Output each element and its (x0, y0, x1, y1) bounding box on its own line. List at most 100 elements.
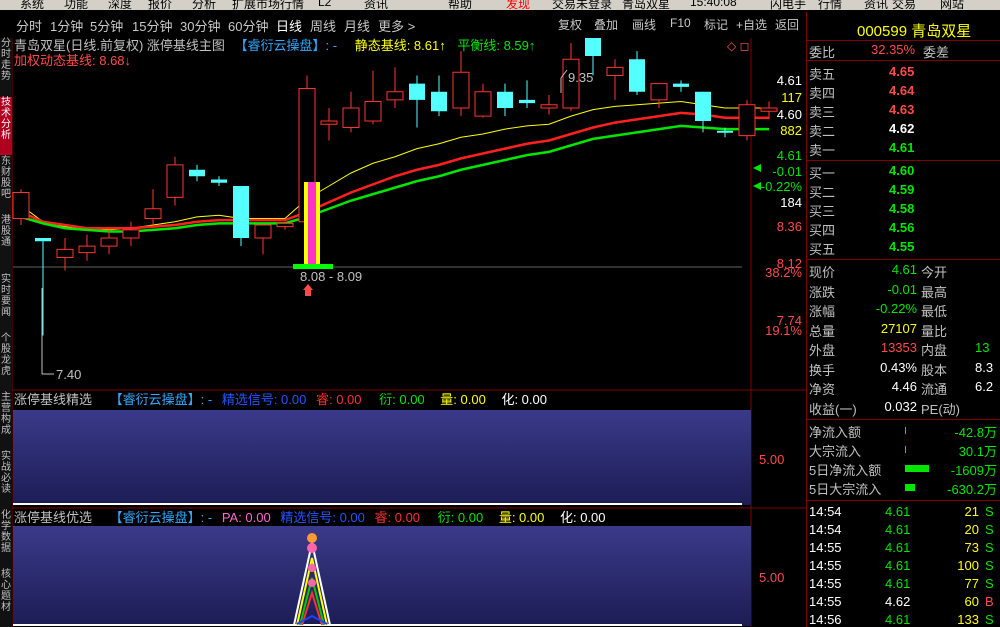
stat-row: 收益(一) 0.032 PE(动) (809, 398, 961, 417)
sell-level: 卖一 4.61 (809, 140, 915, 158)
period-button[interactable]: 15分钟 (132, 16, 172, 35)
vertical-tab[interactable]: 东财股吧 (0, 156, 12, 214)
menu-item[interactable]: L2 (318, 0, 331, 9)
vertical-tab[interactable]: 分时走势 (0, 38, 12, 96)
tick-row: 14:55 4.61 73 S (809, 540, 994, 555)
flow-row: 5日大宗流入 -630.2万 (809, 482, 997, 497)
period-button[interactable]: 1分钟 (50, 16, 83, 35)
candle-body (100, 237, 118, 247)
menu-item[interactable]: 交易未登录 (552, 0, 612, 10)
menu-item[interactable]: 资讯 (864, 0, 888, 10)
candle-body (254, 224, 272, 239)
flow-row: 5日净流入额 -1609万 (809, 463, 997, 478)
vertical-tab[interactable]: 化学数据 (0, 510, 12, 568)
vertical-tab[interactable]: 核心题材 (0, 569, 12, 627)
chart-mode-icons[interactable]: ◇ ◻ (727, 39, 750, 53)
vertical-tab[interactable]: 主营构成 (0, 392, 12, 450)
weighted-baseline-label: 加权动态基线: 8.68↓ (14, 53, 131, 68)
menu-item[interactable]: 系统 (20, 0, 44, 10)
buy-level: 买一 4.60 (809, 163, 915, 181)
toolbar-button[interactable]: +自选 (736, 16, 767, 33)
axis-label: -0.01 (772, 164, 802, 179)
chart-area[interactable]: 9.35 7.40 8.08 - 8.09 青岛双星(日线.前复权) 涨停基线主… (12, 38, 806, 627)
period-button[interactable]: 30分钟 (180, 16, 220, 35)
candle-body (452, 71, 470, 109)
sub1-axis-label: 5.00 (759, 452, 784, 467)
buy-level: 买二 4.59 (809, 182, 915, 200)
toolbar-button[interactable]: 复权 (558, 16, 582, 33)
sell-level: 卖五 4.65 (809, 64, 915, 82)
toolbar-button[interactable]: 返回 (775, 16, 799, 33)
toolbar-button[interactable]: 叠加 (594, 16, 618, 33)
period-button[interactable]: 分时 (16, 16, 42, 35)
buy-level: 买五 4.55 (809, 239, 915, 257)
stat-row: 换手 0.43% 股本 8.3 (809, 359, 994, 378)
limit-up-range-label: 8.08 - 8.09 (300, 269, 362, 284)
period-button[interactable]: 更多 > (378, 16, 415, 35)
axis-label: 38.2% (765, 265, 802, 280)
stat-row: 现价 4.61 今开 (809, 262, 948, 280)
menu-item[interactable]: 分析 (192, 0, 216, 10)
sub1-background (13, 410, 751, 505)
menu-item[interactable]: 交易 (892, 0, 916, 10)
limit-up-box-magenta (308, 182, 316, 267)
toolbar-button[interactable]: 画线 (632, 16, 656, 33)
menu-item[interactable]: 15:40:08 (690, 0, 737, 9)
period-button[interactable]: 月线 (344, 16, 370, 35)
toolbar-button[interactable]: F10 (670, 16, 691, 30)
menu-item[interactable]: 扩展市场行情 (232, 0, 304, 10)
flow-row: 净流入额 -42.8万 (809, 425, 997, 440)
flow-row: 大宗流入 30.1万 (809, 444, 997, 459)
menu-item[interactable]: 行情 (818, 0, 842, 10)
quote-panel: 000599 青岛双星 委比 32.35% 委差 卖五 4.65 卖四 4.64 卖三 4.63 卖… (806, 12, 1000, 627)
vertical-tab[interactable]: 个股龙虎 (0, 333, 12, 391)
candle-body (606, 66, 624, 76)
axis-label: 882 (780, 123, 802, 138)
vertical-tab[interactable]: 港股通 (0, 215, 12, 273)
menu-item[interactable]: 资讯 (364, 0, 388, 10)
sub2-background (13, 526, 751, 626)
axis-label: 4.61 (777, 148, 802, 163)
vertical-tab[interactable]: 技术分析 (0, 97, 12, 155)
candle-body (695, 91, 711, 121)
period-button[interactable]: 60分钟 (228, 16, 268, 35)
candle-body (189, 169, 205, 177)
period-button[interactable]: 日线 (276, 16, 302, 35)
candle-body (519, 99, 535, 104)
tick-row: 14:54 4.61 20 S (809, 522, 994, 537)
axis-label: 4.60 (777, 107, 802, 122)
sell-level: 卖三 4.63 (809, 102, 915, 120)
vertical-tab[interactable]: 实时要闻 (0, 274, 12, 332)
axis-label: 8.36 (777, 219, 802, 234)
candle-body (342, 107, 360, 128)
axis-label: 117 (781, 90, 802, 105)
candle-body (12, 192, 30, 219)
menu-item[interactable]: 发现 (506, 0, 530, 10)
candle-body (673, 83, 689, 87)
menu-item[interactable]: 青岛双星 (622, 0, 670, 10)
candle-body (650, 83, 668, 101)
menu-item[interactable]: 网站 (940, 0, 964, 10)
toolbar-button[interactable]: 标记 (704, 16, 728, 33)
candle-body (760, 107, 778, 112)
candle-body (540, 104, 558, 109)
candle-body (320, 120, 338, 125)
menu-item[interactable]: 帮助 (448, 0, 472, 10)
menu-item[interactable]: 功能 (64, 0, 88, 10)
vertical-tab[interactable]: 实战必读 (0, 451, 12, 509)
buy-level: 买三 4.58 (809, 201, 915, 219)
buy-level: 买四 4.56 (809, 220, 915, 238)
sell-level: 卖二 4.62 (809, 121, 915, 139)
menu-item[interactable]: 深度 (108, 0, 132, 10)
candle-body (35, 238, 51, 242)
period-button[interactable]: 5分钟 (90, 16, 123, 35)
menu-item[interactable]: 报价 (148, 0, 172, 10)
left-tab-strip: 分时走势 技术分析 东财股吧 港股通 实时要闻 个股龙虎 主营构成 实战必读 化学数据 核心题材 (0, 38, 12, 627)
axis-label: -0.22% (761, 179, 803, 194)
candle-body (364, 101, 382, 122)
candle-body (78, 245, 96, 254)
menu-item[interactable]: 闪电手 (770, 0, 806, 10)
weibi-row: 委比 32.35% 委差 (809, 42, 950, 60)
svg-text:9.35: 9.35 (568, 70, 593, 85)
period-button[interactable]: 周线 (310, 16, 336, 35)
